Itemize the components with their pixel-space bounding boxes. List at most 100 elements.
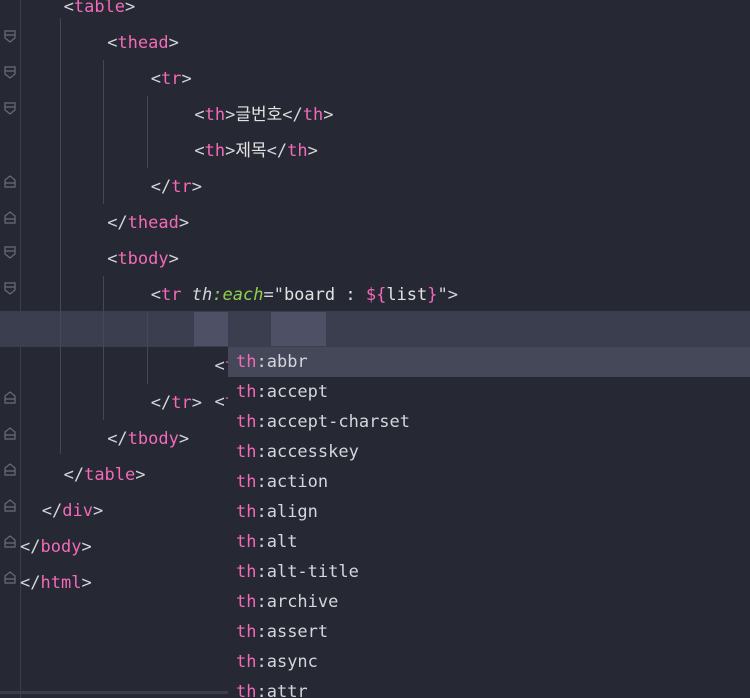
autocomplete-item[interactable]: th:async xyxy=(228,647,750,677)
fold-start-icon[interactable] xyxy=(3,29,17,45)
fold-end-icon[interactable] xyxy=(3,461,17,477)
attribute-equals: =" xyxy=(263,285,284,305)
tag-bracket: </ xyxy=(282,105,303,125)
indent-guide xyxy=(103,60,104,204)
tag-bracket: </ xyxy=(150,393,172,413)
tag-bracket: </ xyxy=(41,501,63,521)
completion-suffix: :archive xyxy=(256,592,339,612)
tag-bracket: </ xyxy=(63,465,85,485)
fold-end-icon[interactable] xyxy=(3,425,17,441)
indent-guide xyxy=(103,276,104,420)
completion-suffix: :assert xyxy=(256,622,329,642)
tag-bracket: > xyxy=(178,213,190,233)
completion-suffix: :accept-charset xyxy=(256,412,411,432)
attribute-namespace: th xyxy=(191,285,213,305)
fold-end-icon[interactable] xyxy=(3,209,17,225)
tag-name: body xyxy=(40,537,82,557)
completion-suffix: :async xyxy=(256,652,318,672)
tag-name: tr xyxy=(171,393,192,413)
autocomplete-item[interactable]: th:accesskey xyxy=(228,437,750,467)
completion-suffix: :attr xyxy=(256,682,308,698)
tag-bracket: > xyxy=(178,429,190,449)
expression-delimiter: ${ xyxy=(365,285,387,305)
autocomplete-item[interactable]: th:align xyxy=(228,497,750,527)
fold-end-icon[interactable] xyxy=(3,533,17,549)
code-line[interactable]: <th>글번호</th> xyxy=(194,97,333,133)
code-line[interactable]: <tbody> xyxy=(107,241,179,277)
attribute-name: :each xyxy=(212,285,264,305)
tag-bracket: > xyxy=(225,105,236,125)
fold-end-icon[interactable] xyxy=(3,497,17,513)
autocomplete-item[interactable]: th:accept-charset xyxy=(228,407,750,437)
tag-name: th xyxy=(302,105,324,125)
indent-guide xyxy=(147,96,148,168)
fold-start-icon[interactable] xyxy=(3,65,17,81)
indent-guide xyxy=(60,18,61,454)
fold-start-icon[interactable] xyxy=(3,245,17,261)
code-line[interactable]: </thead> xyxy=(107,205,189,241)
code-line[interactable]: </table> xyxy=(64,457,146,493)
code-line[interactable]: </tbody> xyxy=(107,421,189,457)
tag-name: table xyxy=(73,0,126,17)
autocomplete-item[interactable]: th:archive xyxy=(228,587,750,617)
fold-start-icon[interactable] xyxy=(3,101,17,117)
completion-prefix: th xyxy=(236,562,257,582)
tag-bracket: > xyxy=(135,465,146,485)
cursor-line[interactable]: <td th></td> xyxy=(194,312,337,376)
tag-bracket: </ xyxy=(20,573,41,593)
completion-suffix: :alt xyxy=(256,532,298,552)
autocomplete-popup[interactable]: th:abbr th:accept th:accept-charset th:acce… xyxy=(228,347,750,698)
tag-bracket: </ xyxy=(266,141,288,161)
attribute-value: board : xyxy=(283,285,366,305)
completion-prefix: th xyxy=(236,472,257,492)
completion-prefix: th xyxy=(236,412,257,432)
completion-prefix: th xyxy=(236,622,257,642)
tag-name: tr xyxy=(161,285,182,305)
tag-name: thead xyxy=(117,33,169,53)
tag-bracket: > xyxy=(168,249,179,269)
tag-name: tr xyxy=(171,177,192,197)
fold-start-icon[interactable] xyxy=(3,281,17,297)
completion-prefix: th xyxy=(236,502,257,522)
completion-prefix: th xyxy=(236,382,257,402)
autocomplete-item[interactable]: th:alt xyxy=(228,527,750,557)
tag-bracket: </ xyxy=(150,177,172,197)
current-line-highlight xyxy=(0,311,750,347)
code-line[interactable]: <th>제목</th> xyxy=(194,133,317,169)
fold-end-icon[interactable] xyxy=(3,389,17,405)
fold-end-icon[interactable] xyxy=(3,173,17,189)
fold-end-icon[interactable] xyxy=(3,569,17,585)
autocomplete-item[interactable]: th:alt-title xyxy=(228,557,750,587)
tag-bracket: > xyxy=(81,537,92,557)
horizontal-scrollbar[interactable] xyxy=(0,691,228,694)
autocomplete-item[interactable]: th:accept xyxy=(228,377,750,407)
autocomplete-item[interactable]: th:assert xyxy=(228,617,750,647)
code-line[interactable]: </div> xyxy=(42,493,103,529)
tag-bracket: </ xyxy=(107,213,128,233)
completion-prefix: th xyxy=(236,352,257,372)
autocomplete-item[interactable]: th:action xyxy=(228,467,750,497)
completion-prefix: th xyxy=(236,652,257,672)
code-line[interactable]: <tr th:each="board : ${list}"> xyxy=(151,277,458,313)
autocomplete-item[interactable]: th:abbr xyxy=(228,347,750,377)
code-line[interactable]: <thead> xyxy=(107,25,179,61)
tag-bracket: < xyxy=(194,141,205,161)
tag-bracket: > xyxy=(225,141,236,161)
code-line[interactable]: </body> xyxy=(20,529,92,565)
attribute-end: "> xyxy=(437,285,458,305)
tag-name: th xyxy=(287,141,308,161)
code-line[interactable]: <tr> xyxy=(151,61,192,97)
completion-suffix: :accesskey xyxy=(256,442,359,462)
tag-bracket: > xyxy=(168,33,179,53)
autocomplete-item[interactable]: th:attr xyxy=(228,677,750,698)
code-line[interactable]: </html> xyxy=(20,565,92,601)
code-line[interactable]: </tr> xyxy=(151,169,202,205)
code-line[interactable]: <table> xyxy=(64,0,136,25)
completion-suffix: :action xyxy=(256,472,329,492)
tag-bracket: < xyxy=(150,285,162,305)
tag-bracket: < xyxy=(107,33,118,53)
cell-text: 글번호 xyxy=(235,105,283,125)
tag-name: th xyxy=(204,141,226,161)
tag-name: html xyxy=(40,573,82,593)
